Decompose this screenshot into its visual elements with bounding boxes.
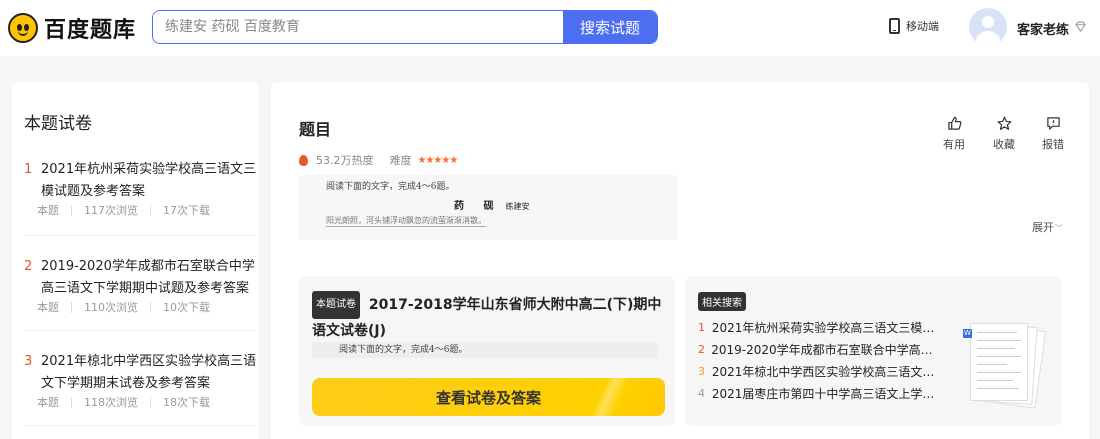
- paper-meta: 本题 117次浏览 17次下载: [37, 205, 222, 216]
- preview-text: 阳光朗照，河头铺浮动飘忽的流萤渐渐消散。: [326, 216, 486, 227]
- sidebar-title: 本题试卷: [24, 114, 92, 134]
- expand-label: 展开: [1032, 221, 1054, 234]
- question-title: 题目: [299, 120, 332, 139]
- related-number: 1: [698, 321, 705, 334]
- chevron-down-icon: ﹀: [1055, 224, 1063, 233]
- paper-title[interactable]: 2021年椋北中学西区实验学校高三语文下学期期末试卷及参考答案: [41, 351, 259, 395]
- paper-sidebar: 本题试卷 1 2021年杭州采荷实验学校高三语文三模试题及参考答案 本题 117…: [12, 82, 259, 439]
- phone-icon: [889, 18, 900, 34]
- useful-label: 有用: [943, 138, 965, 151]
- favorite-label: 收藏: [993, 138, 1015, 151]
- related-item[interactable]: 1 2021年杭州采荷实验学校高三语文三模试...: [698, 320, 943, 342]
- avatar[interactable]: [969, 8, 1007, 46]
- flame-icon: [299, 154, 308, 166]
- exam-snippet: 阅读下面的文字，完成4～6题。: [312, 342, 658, 358]
- paper-title[interactable]: 2019-2020学年成都市石室联合中学高三语文下学期期中试题及参考答案: [41, 256, 259, 300]
- paper-tag: 本题: [37, 204, 59, 217]
- related-tag: 相关搜索: [698, 292, 746, 311]
- related-card: 相关搜索 1 2021年杭州采荷实验学校高三语文三模试... 2 2019-20…: [685, 276, 1062, 426]
- diamond-icon: [1075, 21, 1086, 32]
- question-preview: 阅读下面的文字，完成4～6题。 药 砚练建安 阳光朗照，河头铺浮动飘忽的流萤渐渐…: [299, 175, 677, 240]
- top-header: 百度题库 搜索试题 移动端 客家老练: [0, 0, 1100, 56]
- paper-tag: 本题: [37, 396, 59, 409]
- paper-views: 118次浏览: [71, 397, 150, 408]
- related-title[interactable]: 2019-2020学年成都市石室联合中学高三语...: [711, 342, 943, 364]
- exam-title[interactable]: 2017-2018学年山东省师大附中高二(下)期中语文试卷(J): [312, 297, 661, 339]
- paper-item[interactable]: 2 2019-2020学年成都市石室联合中学高三语文下学期期中试题及参考答案 本…: [24, 259, 258, 331]
- related-title[interactable]: 2021年杭州采荷实验学校高三语文三模试...: [712, 320, 943, 342]
- question-panel: 题目 53.2万热度 难度 ★★★★★ 有用 收藏 报错 阅读下面的文字，完成4…: [271, 82, 1089, 439]
- question-meta: 53.2万热度 难度 ★★★★★: [299, 152, 459, 168]
- word-doc-icon: W: [963, 329, 972, 338]
- paper-meta: 本题 118次浏览 18次下载: [37, 397, 222, 408]
- useful-button[interactable]: 有用: [943, 116, 965, 152]
- paper-tag: 本题: [37, 301, 59, 314]
- paper-downloads: 18次下载: [150, 397, 222, 408]
- difficulty-stars: ★★★★★: [417, 154, 459, 166]
- star-icon: [997, 116, 1012, 134]
- heat-count: 53.2万热度: [316, 154, 374, 167]
- preview-heading: 药 砚: [454, 201, 502, 212]
- view-paper-button[interactable]: 查看试卷及答案: [312, 378, 665, 416]
- related-item[interactable]: 4 2021届枣庄市第四十中学高三语文上学期...: [698, 386, 943, 408]
- search-input[interactable]: [153, 11, 565, 43]
- related-list: 1 2021年杭州采荷实验学校高三语文三模试... 2 2019-2020学年成…: [698, 320, 943, 408]
- username[interactable]: 客家老练: [1017, 19, 1069, 38]
- related-number: 3: [698, 365, 705, 378]
- mobile-link[interactable]: 移动端: [889, 18, 939, 34]
- paper-item[interactable]: 3 2021年椋北中学西区实验学校高三语文下学期期末试卷及参考答案 本题 118…: [24, 354, 258, 426]
- logo-icon: [8, 13, 38, 43]
- site-logo[interactable]: 百度题库: [8, 12, 136, 44]
- thumbs-up-icon: [947, 116, 962, 134]
- paper-views: 110次浏览: [71, 302, 150, 313]
- paper-title[interactable]: 2021年杭州采荷实验学校高三语文三模试题及参考答案: [41, 159, 259, 203]
- expand-button[interactable]: 展开﹀: [1032, 219, 1063, 235]
- paper-downloads: 10次下载: [150, 302, 222, 313]
- preview-instruction: 阅读下面的文字，完成4～6题。: [326, 182, 455, 192]
- paper-number: 1: [24, 162, 33, 177]
- paper-number: 2: [24, 259, 33, 274]
- paper-item[interactable]: 1 2021年杭州采荷实验学校高三语文三模试题及参考答案 本题 117次浏览 1…: [24, 162, 258, 236]
- related-header: 相关搜索: [698, 291, 746, 311]
- report-button[interactable]: 报错: [1042, 116, 1064, 152]
- related-number: 4: [698, 387, 705, 400]
- paper-meta: 本题 110次浏览 10次下载: [37, 302, 222, 313]
- paper-views: 117次浏览: [71, 205, 150, 216]
- related-item[interactable]: 3 2021年椋北中学西区实验学校高三语文下...: [698, 364, 943, 386]
- mobile-label: 移动端: [906, 20, 939, 33]
- exam-tag: 本题试卷: [312, 291, 360, 319]
- difficulty-label: 难度: [389, 154, 412, 167]
- related-item[interactable]: 2 2019-2020学年成都市石室联合中学高三语...: [698, 342, 943, 364]
- report-icon: [1046, 116, 1061, 134]
- related-number: 2: [698, 343, 705, 356]
- exam-card: 本题试卷 2017-2018学年山东省师大附中高二(下)期中语文试卷(J) 阅读…: [299, 276, 675, 426]
- search-bar: 搜索试题: [152, 10, 658, 44]
- preview-heading-row: 药 砚练建安: [454, 197, 529, 212]
- document-thumbnail[interactable]: W: [963, 321, 1047, 421]
- logo-text: 百度题库: [44, 18, 137, 43]
- report-label: 报错: [1042, 138, 1064, 151]
- paper-downloads: 17次下载: [150, 205, 222, 216]
- related-title[interactable]: 2021年椋北中学西区实验学校高三语文下...: [712, 364, 943, 386]
- favorite-button[interactable]: 收藏: [993, 116, 1015, 152]
- preview-author: 练建安: [505, 202, 530, 211]
- exam-card-title-block[interactable]: 本题试卷 2017-2018学年山东省师大附中高二(下)期中语文试卷(J): [312, 291, 672, 343]
- related-title[interactable]: 2021届枣庄市第四十中学高三语文上学期...: [712, 386, 943, 408]
- paper-number: 3: [24, 354, 33, 369]
- search-button[interactable]: 搜索试题: [563, 11, 657, 43]
